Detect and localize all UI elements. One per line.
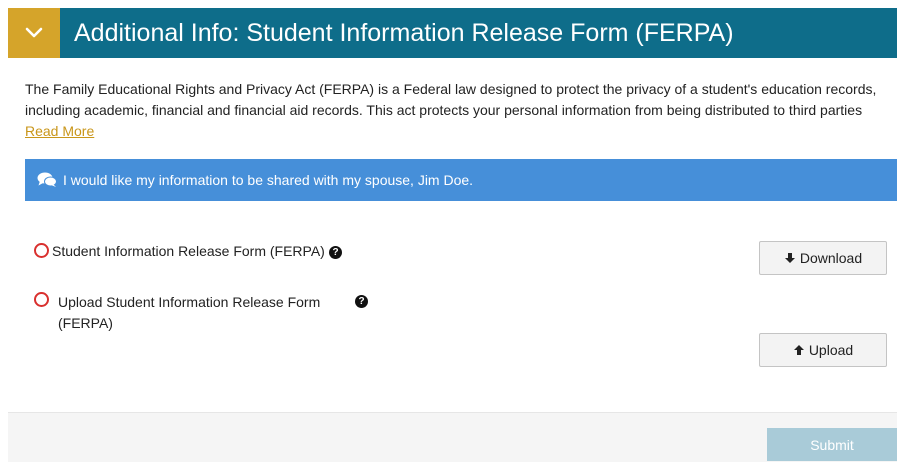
question-circle-icon[interactable]: ? [355,295,368,308]
ferpa-description-text: The Family Educational Rights and Privac… [25,81,877,118]
ferpa-description: The Family Educational Rights and Privac… [25,79,893,142]
upload-form-status-radio[interactable] [34,292,49,307]
chevron-down-icon [25,27,43,38]
read-more-link[interactable]: Read More [25,124,94,139]
arrow-up-icon [793,344,805,356]
spouse-share-alert: I would like my information to be shared… [25,159,897,201]
upload-form-label-line2: (FERPA) [58,315,113,331]
upload-button[interactable]: Upload [759,333,887,367]
submit-button[interactable]: Submit [767,428,897,461]
comments-icon [37,172,57,187]
upload-form-label-line1: Upload Student Information Release Form [58,294,321,310]
download-button-label: Download [799,250,863,266]
ferpa-form-status-radio[interactable] [34,243,49,258]
question-circle-icon[interactable]: ? [329,246,342,259]
form-footer [8,412,897,462]
section-title: Additional Info: Student Information Rel… [74,18,734,47]
arrow-down-icon [784,252,796,264]
collapse-toggle[interactable] [8,8,60,58]
download-button[interactable]: Download [759,241,887,275]
section-header[interactable]: Additional Info: Student Information Rel… [8,8,897,58]
alert-message: I would like my information to be shared… [63,172,474,188]
upload-button-label: Upload [808,342,854,358]
ferpa-form-label: Student Information Release Form (FERPA) [52,243,325,259]
